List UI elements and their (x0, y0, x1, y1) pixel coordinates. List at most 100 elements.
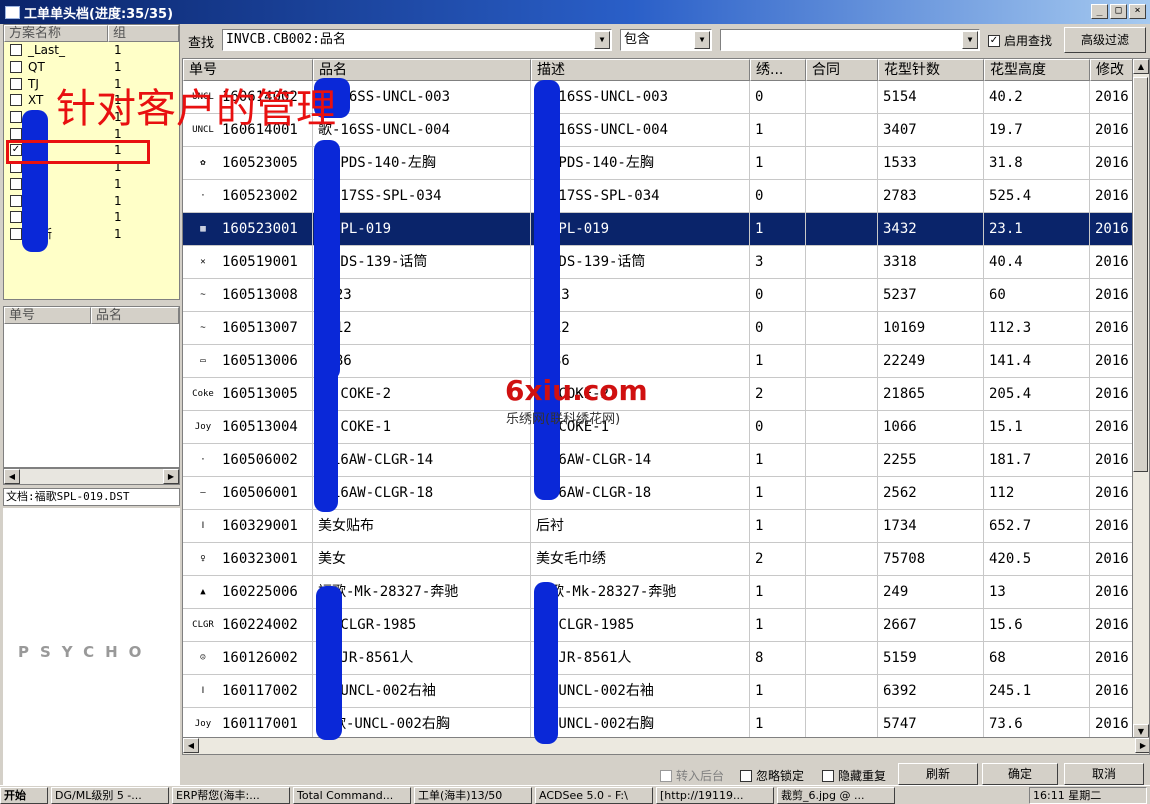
redaction-mark (534, 80, 560, 500)
plan-row[interactable]: QT 1 (4, 59, 179, 76)
cell-id: ~160513008 (183, 279, 313, 311)
enable-find-checkbox[interactable]: ✓ 启用查找 (988, 32, 1052, 49)
find-label: 查找 (188, 36, 215, 51)
cell-x: 3 (750, 246, 806, 278)
taskbar-item[interactable]: ACDSee 5.0 - F:\ (535, 786, 653, 804)
cell-desc: 8823 (531, 279, 750, 311)
plan-group: 1 (114, 226, 122, 241)
taskbar-item[interactable]: Total Command... (293, 786, 411, 804)
cell-mod: 2016 (1090, 114, 1134, 146)
advanced-filter-button[interactable]: 高级过滤 (1064, 27, 1146, 53)
plan-checkbox[interactable] (10, 194, 22, 207)
design-thumbnail-icon: ▦ (200, 224, 206, 234)
taskbar-item[interactable]: ERP帮您(海丰:... (172, 786, 290, 804)
plan-row[interactable]: _Last_ 1 (4, 42, 179, 59)
cell-contract (806, 477, 878, 509)
minimize-button[interactable]: _ (1091, 4, 1108, 19)
scroll-right-button[interactable]: ▶ (163, 469, 179, 484)
enable-find-check-icon[interactable]: ✓ (988, 34, 1000, 47)
taskbar-item[interactable]: 裁剪_6.jpg @ ... (777, 786, 895, 804)
taskbar-item[interactable]: 工单(海丰)13/50 (414, 786, 532, 804)
cell-contract (806, 147, 878, 179)
cell-stitches: 249 (878, 576, 984, 608)
taskbar-item[interactable]: [http://19119... (656, 786, 774, 804)
design-thumbnail-icon: – (200, 488, 206, 498)
title-bar[interactable]: 工单单头档(进度:35/35) _ □ × (0, 0, 1150, 24)
cell-name: 福歌-Mk-28327-奔驰 (313, 576, 531, 608)
grid-header-stitches[interactable]: 花型针数 (878, 59, 984, 81)
design-thumbnail-icon: ǀ (200, 686, 206, 696)
table-row[interactable]: ǀ 160329001 美女贴布 后衬 1 1734 652.7 2016 (183, 510, 1134, 543)
vertical-scroll-thumb[interactable] (1133, 77, 1148, 472)
cell-x: 1 (750, 675, 806, 707)
taskbar-item[interactable]: DG/ML级别 5 -... (51, 786, 169, 804)
scroll-left-button[interactable]: ◀ (4, 469, 20, 484)
cell-height: 112.3 (984, 312, 1090, 344)
plan-checkbox[interactable] (10, 111, 22, 124)
sub-id-header[interactable]: 单号 (4, 307, 91, 324)
design-thumbnail-icon: ✿ (200, 158, 206, 168)
plan-group-header[interactable]: 组 (108, 25, 179, 42)
cell-name: 歌-COKE-2 (313, 378, 531, 410)
maximize-button[interactable]: □ (1110, 4, 1127, 19)
plan-checkbox[interactable] (10, 94, 22, 107)
cell-x: 1 (750, 213, 806, 245)
plan-checkbox[interactable] (10, 77, 22, 90)
grid-header-x[interactable]: 绣... (750, 59, 806, 81)
cell-x: 1 (750, 345, 806, 377)
hide-duplicate-checkbox[interactable]: 隐藏重复 (822, 767, 886, 784)
cell-name: 歌-CLGR-1985 (313, 609, 531, 641)
cell-stitches: 1533 (878, 147, 984, 179)
cell-mod: 2016 (1090, 609, 1134, 641)
plan-checkbox[interactable] (10, 211, 22, 224)
search-dropdown-icon[interactable]: ▼ (962, 31, 978, 49)
sub-name-header[interactable]: 品名 (91, 307, 179, 324)
cancel-button[interactable]: 取消 (1064, 763, 1144, 785)
plan-checkbox[interactable] (10, 177, 22, 190)
plan-checkbox[interactable] (10, 227, 22, 240)
scroll-up-button[interactable]: ▲ (1133, 59, 1149, 74)
ok-button[interactable]: 确定 (982, 763, 1058, 785)
cell-name: 歌-PDS-140-左胸 (313, 147, 531, 179)
search-input[interactable]: ▼ (720, 29, 980, 51)
grid-header-desc[interactable]: 描述 (531, 59, 750, 81)
grid-header-contract[interactable]: 合同 (806, 59, 878, 81)
taskbar: 开始 DG/ML级别 5 -... ERP帮您(海丰:... Total Comma… (0, 785, 1150, 804)
refresh-button[interactable]: 刷新 (898, 763, 978, 785)
transfer-background-checkbox[interactable]: 转入后台 (660, 767, 724, 784)
left-horizontal-scrollbar[interactable]: ◀ ▶ (3, 468, 180, 485)
cell-id: Coke 160513005 (183, 378, 313, 410)
plan-checkbox[interactable] (10, 127, 22, 140)
cell-name: 歌16AW-CLGR-14 (313, 444, 531, 476)
table-row[interactable]: ♀ 160323001 美女 美女毛巾绣 2 75708 420.5 2016 (183, 543, 1134, 576)
grid-scroll-left-button[interactable]: ◀ (183, 738, 199, 753)
cell-x: 1 (750, 510, 806, 542)
cell-name: 歌-16SS-UNCL-004 (313, 114, 531, 146)
field-select[interactable]: INVCB.CB002:品名 ▼ (222, 29, 612, 51)
ignore-lock-checkbox[interactable]: 忽略锁定 (740, 767, 804, 784)
grid-vertical-scrollbar[interactable]: ▲ ▼ (1132, 59, 1149, 739)
cell-x: 2 (750, 543, 806, 575)
cell-height: 73.6 (984, 708, 1090, 740)
plan-checkbox[interactable] (10, 44, 22, 57)
sub-table: 单号 品名 (3, 306, 180, 468)
cell-stitches: 6392 (878, 675, 984, 707)
field-dropdown-icon[interactable]: ▼ (594, 31, 610, 49)
grid-scroll-right-button[interactable]: ▶ (1135, 738, 1149, 753)
plan-name-header[interactable]: 方案名称 (4, 25, 108, 42)
cell-contract (806, 279, 878, 311)
start-button[interactable]: 开始 (0, 786, 48, 804)
operator-dropdown-icon[interactable]: ▼ (694, 31, 710, 49)
grid-header-height[interactable]: 花型高度 (984, 59, 1090, 81)
cell-height: 15.1 (984, 411, 1090, 443)
cell-desc: 歌-PDS-140-左胸 (531, 147, 750, 179)
redaction-mark (314, 284, 338, 512)
grid-header-name[interactable]: 品名 (313, 59, 531, 81)
plan-checkbox[interactable] (10, 61, 22, 74)
close-button[interactable]: × (1129, 4, 1146, 19)
grid-header-mod[interactable]: 修改 (1090, 59, 1134, 81)
cell-x: 2 (750, 378, 806, 410)
cell-name: 歌16AW-CLGR-18 (313, 477, 531, 509)
cell-x: 0 (750, 81, 806, 113)
operator-select[interactable]: 包含 ▼ (620, 29, 712, 51)
